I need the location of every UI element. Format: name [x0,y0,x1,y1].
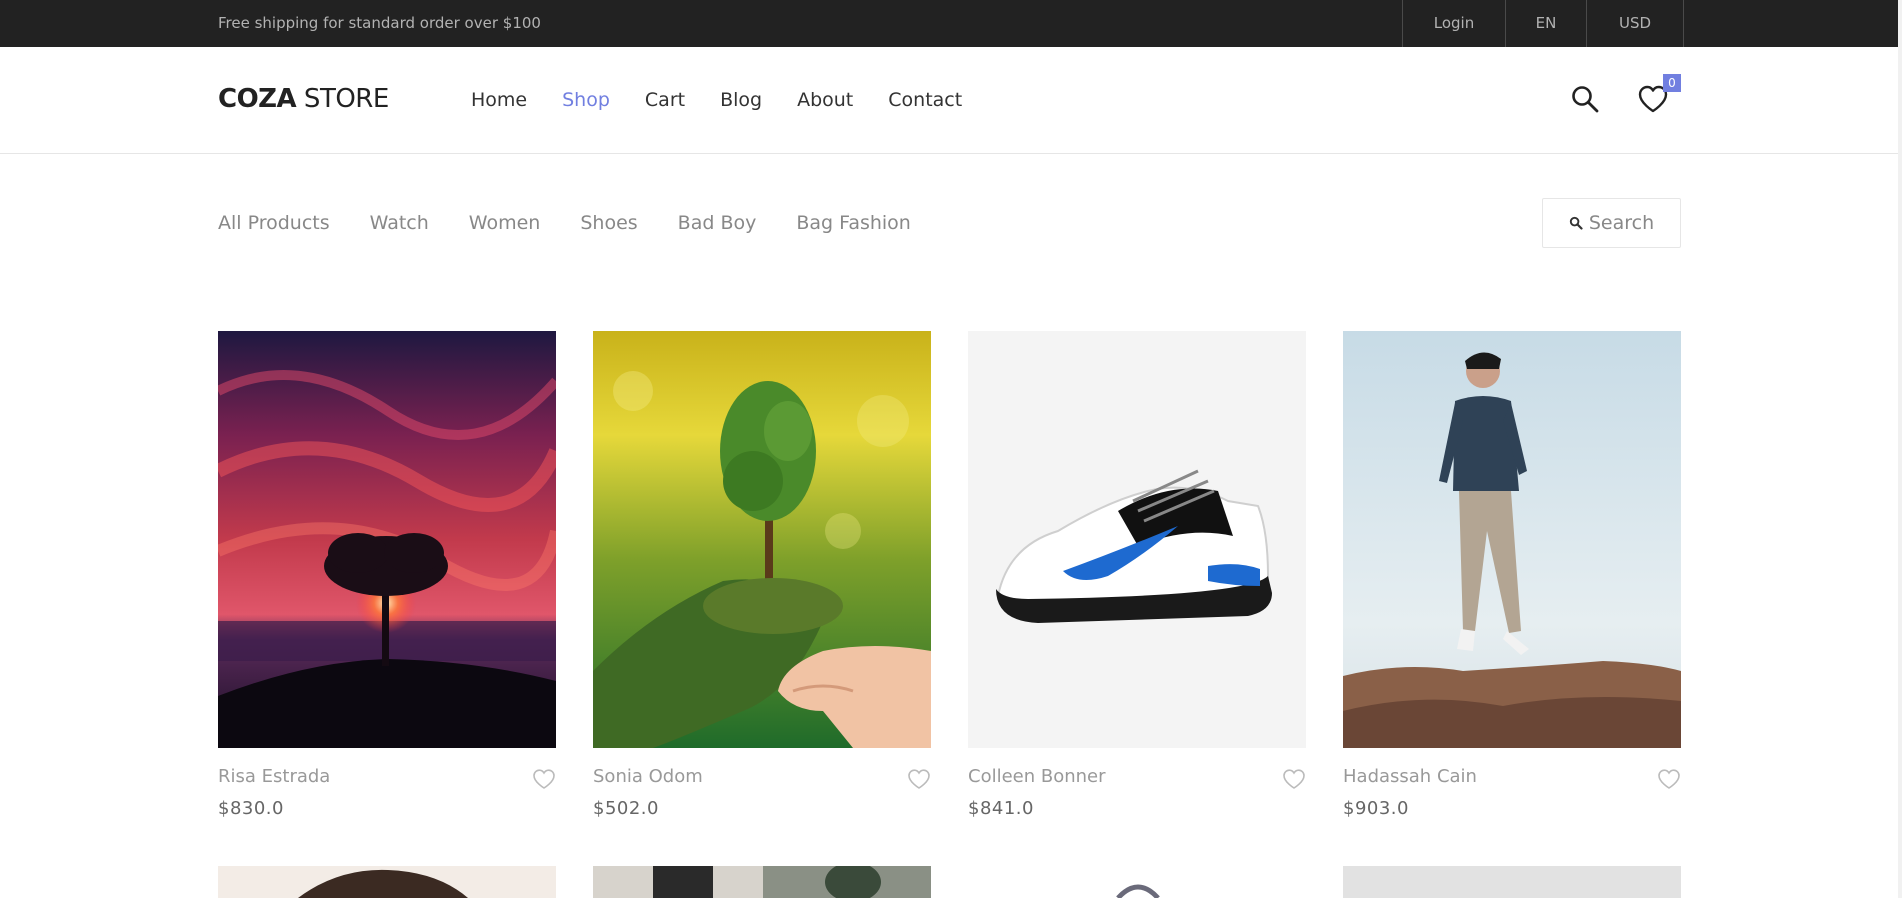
nav-home[interactable]: Home [471,88,527,112]
nav-contact[interactable]: Contact [888,88,962,112]
heart-icon[interactable] [1282,768,1306,790]
product-name[interactable]: Sonia Odom [593,765,703,789]
product-image[interactable] [218,331,556,748]
filter-watch[interactable]: Watch [370,211,429,235]
product-image[interactable] [593,866,931,898]
search-icon[interactable] [1570,84,1600,114]
hand-holding-tree-image [593,331,931,748]
product-name[interactable]: Colleen Bonner [968,765,1106,789]
sneaker-image [968,331,1306,748]
top-links: Login EN USD [1402,0,1684,47]
search-toggle-button[interactable]: Search [1542,198,1681,248]
product-image[interactable] [1343,331,1681,748]
product-price: $830.0 [218,798,284,819]
product-image-partial [593,866,931,898]
logo-light-text: STORE [296,84,389,114]
nav-shop[interactable]: Shop [562,88,610,112]
heart-icon[interactable] [532,768,556,790]
product-name[interactable]: Hadassah Cain [1343,765,1477,789]
currency-selector[interactable]: USD [1586,0,1684,47]
nav-blog[interactable]: Blog [720,88,762,112]
product-image-partial [218,866,556,898]
logo-bold-text: COZA [218,84,297,114]
man-walking-image [1343,331,1681,748]
store-logo[interactable]: COZA STORE [218,84,389,114]
product-image-partial [1343,866,1681,898]
filter-women[interactable]: Women [469,211,541,235]
heart-icon[interactable] [907,768,931,790]
category-filters: All Products Watch Women Shoes Bad Boy B… [218,211,951,235]
nav-about[interactable]: About [797,88,853,112]
filter-bad-boy[interactable]: Bad Boy [678,211,757,235]
product-image[interactable] [968,866,1306,898]
wishlist-count-badge: 0 [1663,74,1681,92]
red-sky-tree-image [218,331,556,748]
main-header: COZA STORE Home Shop Cart Blog About Con… [0,47,1902,154]
filter-shoes[interactable]: Shoes [580,211,637,235]
product-name[interactable]: Risa Estrada [218,765,330,789]
product-image-partial [968,866,1306,898]
search-button-label: Search [1588,212,1655,234]
filter-all-products[interactable]: All Products [218,211,330,235]
page-scrollbar[interactable] [1898,0,1902,898]
product-price: $841.0 [968,798,1034,819]
product-image[interactable] [968,331,1306,748]
filter-bag-fashion[interactable]: Bag Fashion [796,211,911,235]
language-selector[interactable]: EN [1505,0,1586,47]
shipping-notice: Free shipping for standard order over $1… [218,14,541,32]
product-price: $903.0 [1343,798,1409,819]
product-image[interactable] [218,866,556,898]
top-bar: Free shipping for standard order over $1… [0,0,1902,47]
main-nav: Home Shop Cart Blog About Contact [471,88,997,112]
search-small-icon [1569,216,1583,230]
product-price: $502.0 [593,798,659,819]
product-image[interactable] [1343,866,1681,898]
login-link[interactable]: Login [1402,0,1505,47]
heart-icon[interactable] [1657,768,1681,790]
nav-cart[interactable]: Cart [645,88,685,112]
product-image[interactable] [593,331,931,748]
